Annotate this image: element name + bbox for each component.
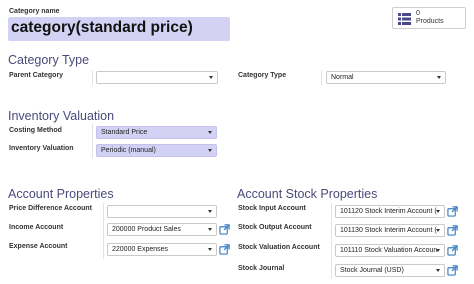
parent-category-select[interactable] — [96, 71, 218, 84]
field-separator — [103, 203, 104, 259]
caret-down-icon — [436, 249, 440, 252]
products-count: 0 — [416, 10, 420, 17]
category-name-label: Category name — [9, 8, 60, 15]
price-difference-label: Price Difference Account — [9, 205, 92, 212]
external-link-icon[interactable] — [447, 245, 458, 256]
costing-method-select[interactable]: Standard Price — [96, 126, 217, 139]
costing-method-label: Costing Method — [9, 127, 62, 134]
category-name-input[interactable]: category(standard price) — [8, 17, 230, 41]
products-label: Products — [416, 18, 444, 25]
expense-account-value: 220000 Expenses — [112, 246, 169, 253]
price-difference-select[interactable] — [107, 205, 217, 218]
expense-account-label: Expense Account — [9, 243, 68, 250]
inventory-valuation-value: Periodic (manual) — [101, 147, 156, 154]
external-link-icon[interactable] — [447, 225, 458, 236]
external-link-icon[interactable] — [447, 206, 458, 217]
stock-input-label: Stock Input Account — [238, 205, 306, 212]
category-type-value: Normal — [331, 74, 354, 81]
stock-input-select[interactable]: 101120 Stock Interim Account ( — [335, 205, 445, 218]
external-link-icon[interactable] — [219, 224, 230, 235]
field-separator — [321, 70, 322, 85]
income-account-select[interactable]: 200000 Product Sales — [107, 223, 217, 236]
caret-down-icon — [208, 210, 212, 213]
expense-account-select[interactable]: 220000 Expenses — [107, 243, 217, 256]
caret-down-icon — [436, 269, 440, 272]
caret-down-icon — [436, 229, 440, 232]
products-smart-button[interactable]: 0 Products — [392, 7, 466, 29]
field-separator — [92, 124, 93, 158]
stock-output-select[interactable]: 101130 Stock Interim Account ( — [335, 224, 445, 237]
stock-output-label: Stock Output Account — [238, 224, 312, 231]
inventory-valuation-title: Inventory Valuation — [8, 109, 115, 123]
field-separator — [331, 203, 332, 279]
stock-input-value: 101120 Stock Interim Account ( — [340, 208, 437, 215]
costing-method-value: Standard Price — [101, 129, 148, 136]
external-link-icon[interactable] — [219, 244, 230, 255]
stock-journal-label: Stock Journal — [238, 265, 285, 272]
caret-down-icon — [208, 131, 212, 134]
caret-down-icon — [436, 210, 440, 213]
caret-down-icon — [209, 76, 213, 79]
inventory-valuation-label: Inventory Valuation — [9, 145, 74, 152]
category-type-label: Category Type — [238, 72, 287, 79]
category-type-select[interactable]: Normal — [326, 71, 446, 84]
list-icon — [398, 13, 411, 25]
stock-output-value: 101130 Stock Interim Account ( — [340, 227, 437, 234]
account-stock-properties-title: Account Stock Properties — [237, 187, 378, 201]
stock-valuation-label: Stock Valuation Account — [238, 244, 320, 251]
caret-down-icon — [208, 248, 212, 251]
stock-journal-value: Stock Journal (USD) — [340, 267, 404, 274]
caret-down-icon — [437, 76, 441, 79]
account-properties-title: Account Properties — [8, 187, 114, 201]
caret-down-icon — [208, 228, 212, 231]
stock-valuation-value: 101110 Stock Valuation Accoun — [340, 247, 438, 254]
inventory-valuation-select[interactable]: Periodic (manual) — [96, 144, 217, 157]
stock-valuation-select[interactable]: 101110 Stock Valuation Accoun — [335, 244, 445, 257]
parent-category-label: Parent Category — [9, 72, 64, 79]
income-account-value: 200000 Product Sales — [112, 226, 181, 233]
income-account-label: Income Account — [9, 224, 64, 231]
caret-down-icon — [208, 149, 212, 152]
field-separator — [92, 70, 93, 85]
category-name-value: category(standard price) — [11, 19, 193, 36]
category-type-title: Category Type — [8, 53, 90, 67]
external-link-icon[interactable] — [447, 265, 458, 276]
stock-journal-select[interactable]: Stock Journal (USD) — [335, 264, 445, 277]
